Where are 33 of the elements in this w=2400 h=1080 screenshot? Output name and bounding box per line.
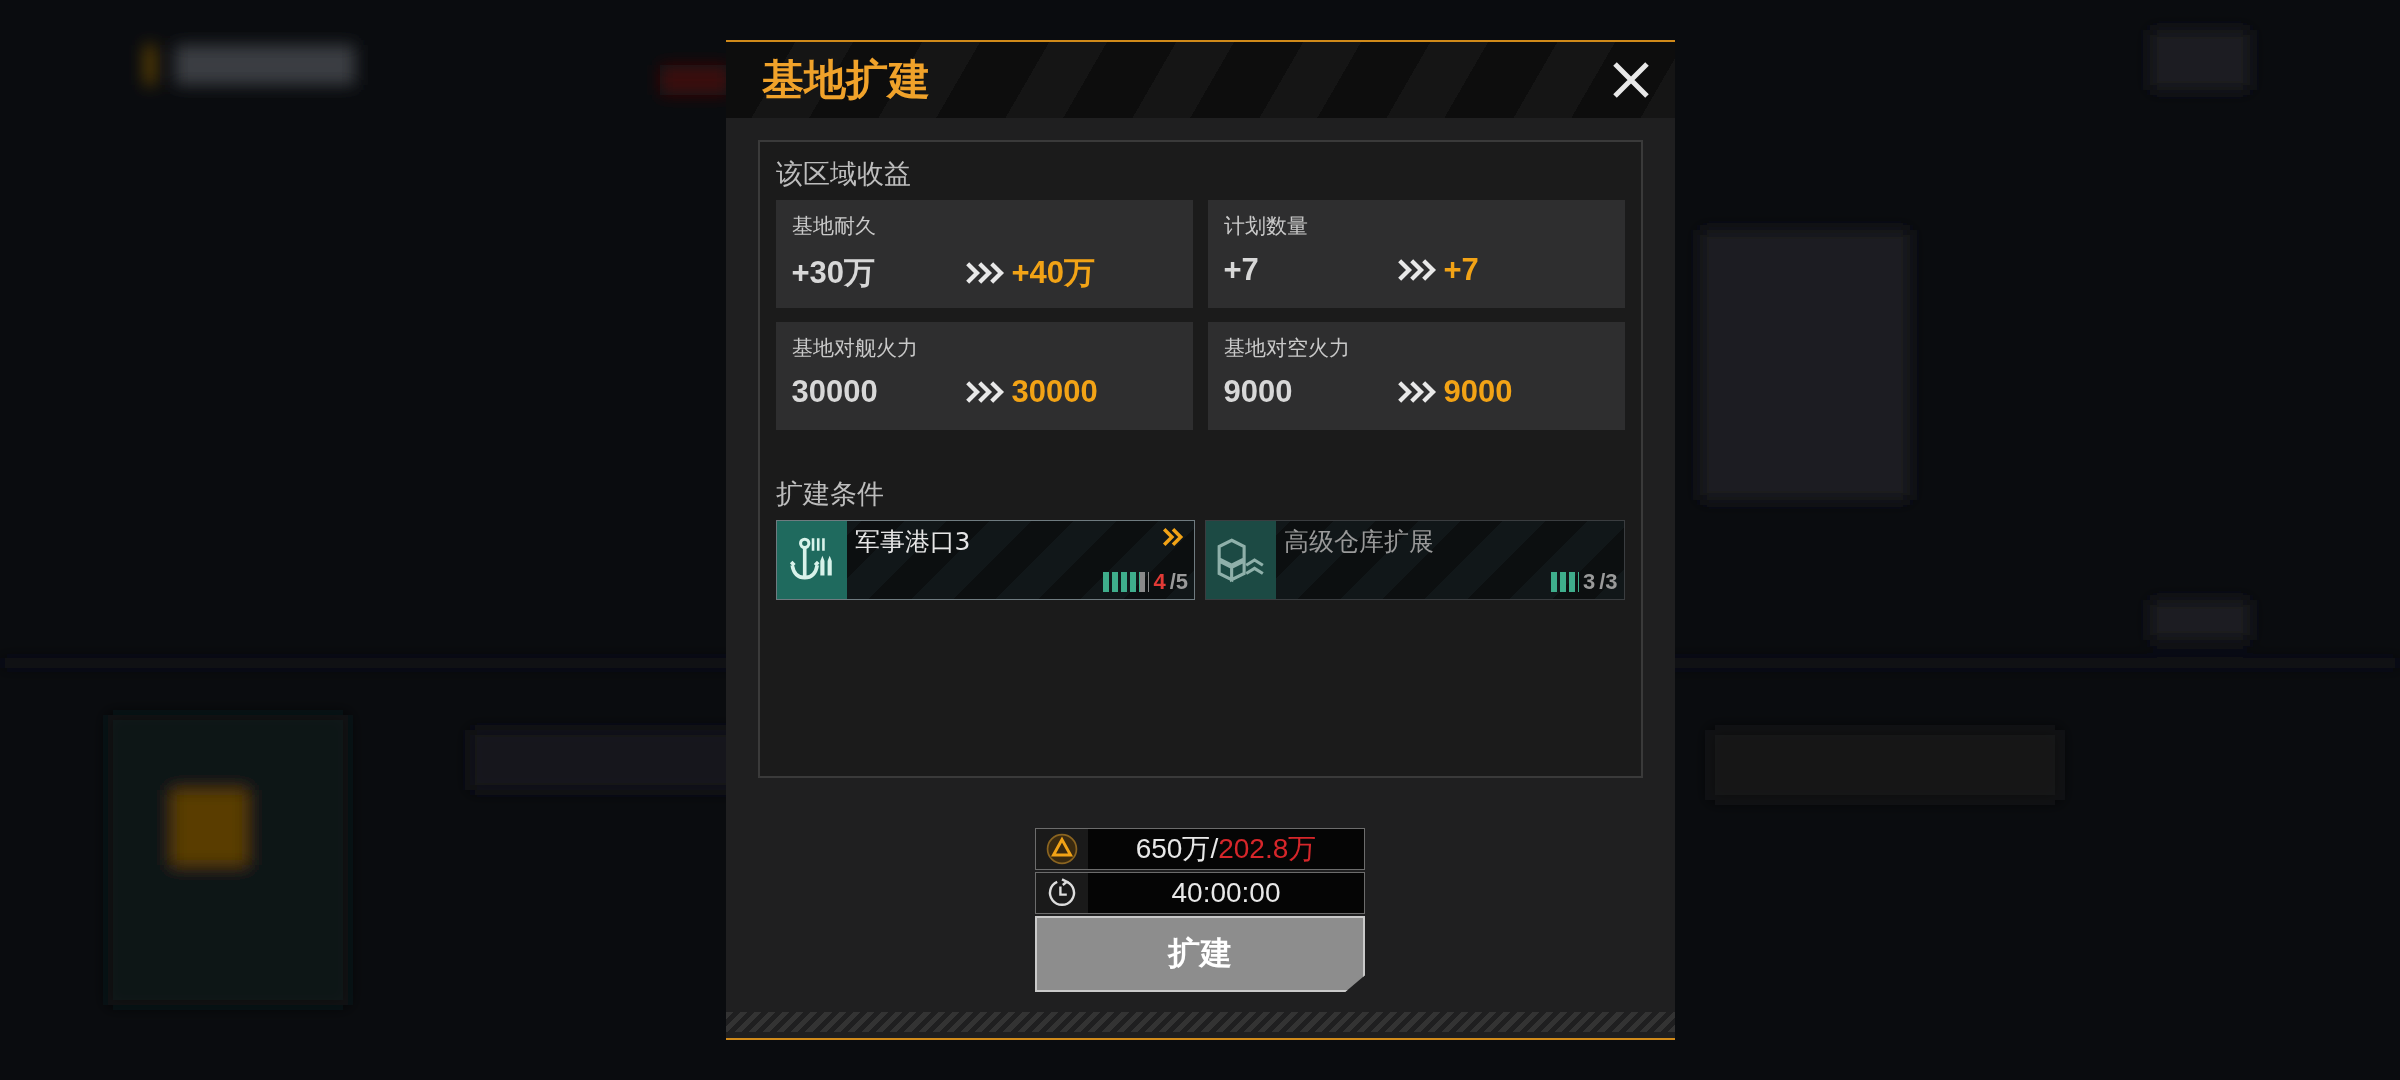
next-value: +40万	[1011, 254, 1096, 292]
close-button[interactable]	[1610, 60, 1651, 100]
progress-done: 4	[1153, 569, 1166, 595]
close-icon	[1610, 60, 1651, 100]
current-value: 9000	[1223, 374, 1294, 410]
progress-total: /3	[1599, 569, 1618, 595]
stat-label: 计划数量	[1223, 213, 1309, 240]
coin-icon	[1045, 832, 1079, 866]
progress-done: 3	[1582, 569, 1596, 595]
stat-label: 基地对舰火力	[791, 335, 919, 362]
condition-card[interactable]: 高级仓库扩展 3 /3	[1205, 520, 1625, 600]
dialog-title: 基地扩建	[761, 54, 930, 106]
progress-total: /5	[1169, 569, 1188, 595]
progress-bar	[1550, 572, 1579, 592]
section-title: 该区域收益	[775, 157, 912, 191]
section-title: 扩建条件	[775, 477, 885, 511]
current-value: 30000	[791, 374, 879, 410]
next-value: +7	[1443, 252, 1479, 288]
current-value: +7	[1223, 252, 1260, 288]
next-value: 30000	[1011, 374, 1098, 410]
next-value: 9000	[1443, 374, 1513, 410]
condition-name: 高级仓库扩展	[1284, 527, 1434, 556]
progress-bar	[1103, 572, 1150, 592]
condition-name: 军事港口3	[854, 527, 971, 556]
build-time: 40:00:00	[1171, 877, 1281, 909]
stat-label: 基地对空火力	[1223, 335, 1351, 362]
clock-icon	[1046, 877, 1078, 909]
stat-label: 基地耐久	[791, 213, 877, 240]
chevrons-icon	[1162, 527, 1184, 547]
resource-required: 202.8万	[1218, 832, 1317, 866]
condition-card[interactable]: 军事港口3 4 /5	[775, 520, 1195, 600]
resource-owned: 650万/	[1135, 832, 1219, 866]
current-value: +30万	[791, 254, 877, 292]
